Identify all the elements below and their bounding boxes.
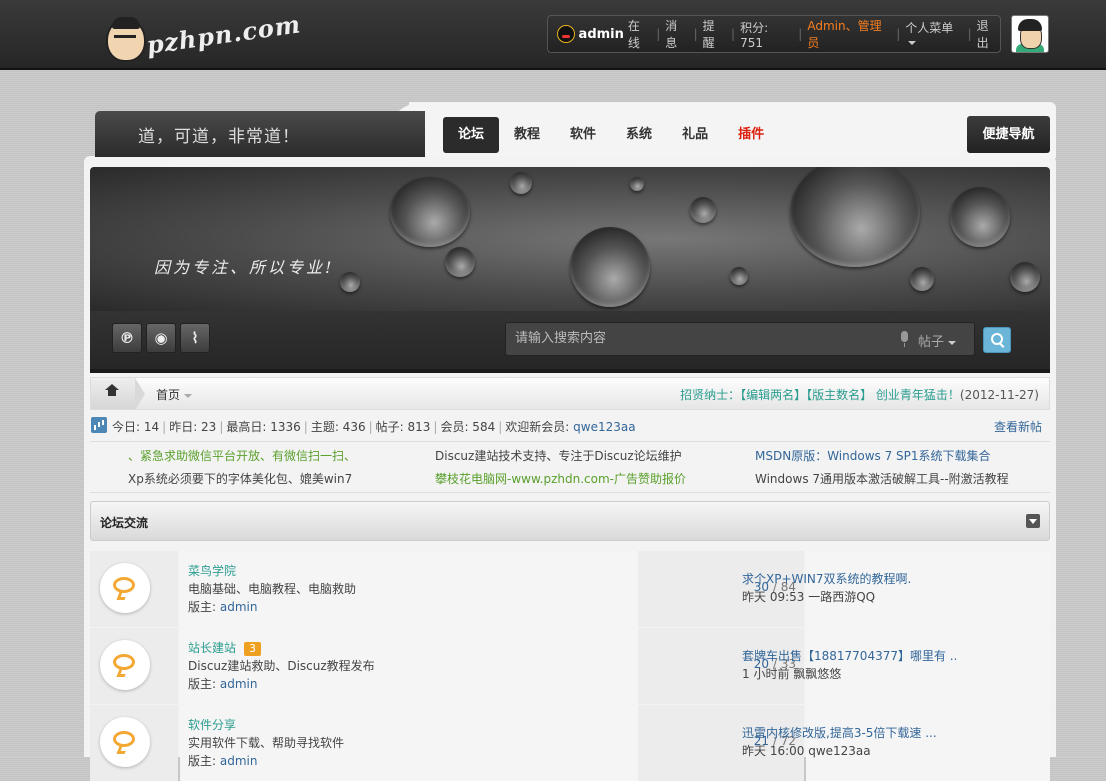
qq-icon (557, 25, 575, 43)
forum-description: 电脑基础、电脑教程、电脑救助 (188, 582, 357, 596)
nav-tab-gift[interactable]: 礼品 (667, 117, 723, 153)
new-member-link[interactable]: qwe123aa (573, 420, 635, 434)
announcement-item[interactable]: 攀枝花电脑网-www.pzhdn.com-广告赞助报价 (435, 470, 686, 487)
sina-weibo-icon[interactable]: ◉ (146, 323, 176, 353)
microphone-icon[interactable] (901, 331, 908, 347)
forum-bubble-icon (113, 731, 135, 747)
chevron-down-icon (184, 393, 193, 398)
forum-name-link[interactable]: 菜鸟学院 (188, 562, 236, 579)
nav-tab-forum[interactable]: 论坛 (443, 117, 500, 153)
moderator-link[interactable]: admin (220, 677, 258, 691)
forum-row: 站长建站 3 Discuz建站救助、Discuz教程发布 版主: admin 20… (90, 628, 1050, 704)
moderator-link[interactable]: admin (220, 754, 258, 768)
banner-slogan: 因为专注、所以专业! (154, 258, 335, 277)
stats-icon (91, 417, 107, 433)
logout-link[interactable]: 退出 (977, 17, 1000, 51)
announcement-item[interactable]: Discuz建站技术支持、专注于Discuz论坛维护 (435, 447, 682, 464)
forum-description: Discuz建站救助、Discuz教程发布 (188, 659, 375, 673)
new-posts-badge: 3 (244, 642, 262, 656)
tencent-weibo-icon[interactable]: ℗ (112, 323, 142, 353)
rss-icon[interactable]: ⌇ (180, 323, 210, 353)
forum-row: 软件分享 实用软件下载、帮助寻找软件 版主: admin 21 / 72 迅雷内… (90, 705, 1050, 781)
nav-tab-tutorial[interactable]: 教程 (499, 117, 555, 153)
announcement-item[interactable]: MSDN原版：Windows 7 SP1系统下载集合 (755, 447, 991, 464)
forum-moderator: 版主: admin (188, 677, 258, 691)
user-bar: admin 在线 | 消息 | 提醒 | 积分: 751 | Admin、管理员… (547, 15, 1001, 53)
user-avatar[interactable] (1011, 15, 1049, 53)
last-post-link[interactable]: 迅雷内核修改版,提高3-5倍下载速 ... (742, 724, 956, 741)
last-post-link[interactable]: 求个XP+WIN7双系统的教程啊. (742, 570, 956, 587)
points-link[interactable]: 积分: 751 (740, 19, 793, 50)
last-post-link[interactable]: 套牌车出售【18817704377】哪里有 ... (742, 647, 956, 664)
forum-name-link[interactable]: 站长建站 3 (188, 639, 262, 656)
category-header (90, 501, 1050, 541)
nav-tab-software[interactable]: 软件 (555, 117, 611, 153)
chevron-down-icon (948, 340, 957, 345)
forum-bubble-icon (113, 654, 135, 670)
forum-description: 实用软件下载、帮助寻找软件 (188, 736, 345, 750)
forum-moderator: 版主: admin (188, 600, 258, 614)
banner-image: 因为专注、所以专业! (90, 167, 1050, 311)
forum-moderator: 版主: admin (188, 754, 258, 768)
search-type-select[interactable]: 帖子 (918, 331, 957, 350)
site-slogan: 道，可道，非常道！ (138, 127, 300, 147)
view-new-posts-link[interactable]: 查看新帖 (994, 418, 1042, 435)
quick-nav-button[interactable]: 便捷导航 (967, 116, 1050, 153)
home-icon (105, 384, 119, 399)
recruitment-notice[interactable]: 招贤纳士：【编辑两名】【版主数名】 创业青年猛击！(2012-11-27) (680, 386, 1039, 403)
announcement-item[interactable]: Xp系统必须要下的字体美化包、媲美win7 (128, 470, 352, 487)
forum-stats: 今日: 14 | 昨日: 23 | 最高日: 1336 | 主题: 436 | 帖子: 813 |… (112, 420, 636, 434)
nav-tab-plugin[interactable]: 插件 (723, 117, 779, 153)
messages-link[interactable]: 消息 (665, 17, 688, 51)
collapse-icon[interactable] (1026, 514, 1040, 528)
last-post-meta: 昨天 16:00 qwe123aa (742, 744, 871, 758)
announcement-item[interactable]: 、紧急求助微信平台开放、有微信扫一扫、 (128, 447, 356, 464)
nav-tab-system[interactable]: 系统 (611, 117, 667, 153)
logo-mascot-icon (106, 17, 146, 62)
last-post-meta: 1 小时前 飘飘悠悠 (742, 667, 842, 681)
chevron-down-icon (908, 41, 917, 45)
breadcrumb-home[interactable]: 首页 (156, 386, 193, 403)
site-logo[interactable]: pzhpn.com (106, 9, 303, 62)
reminders-link[interactable]: 提醒 (703, 17, 726, 51)
personal-menu[interactable]: 个人菜单 (905, 19, 962, 50)
moderator-link[interactable]: admin (220, 600, 258, 614)
forum-row: 菜鸟学院 电脑基础、电脑教程、电脑救助 版主: admin 30 / 84 求个… (90, 551, 1050, 627)
last-post-meta: 昨天 09:53 一路西游QQ (742, 590, 876, 604)
category-title[interactable]: 论坛交流 (100, 514, 148, 531)
role-link[interactable]: Admin、管理员 (807, 17, 891, 51)
forum-name-link[interactable]: 软件分享 (188, 716, 236, 733)
online-status: 在线 (627, 19, 640, 50)
announcement-item[interactable]: Windows 7通用版本激活破解工具--附激活教程 (755, 470, 1009, 487)
forum-bubble-icon (113, 577, 135, 593)
main-nav: 论坛 教程 软件 系统 礼品 插件 (443, 117, 779, 153)
search-button[interactable] (983, 327, 1011, 353)
username-link[interactable]: admin (579, 27, 624, 42)
